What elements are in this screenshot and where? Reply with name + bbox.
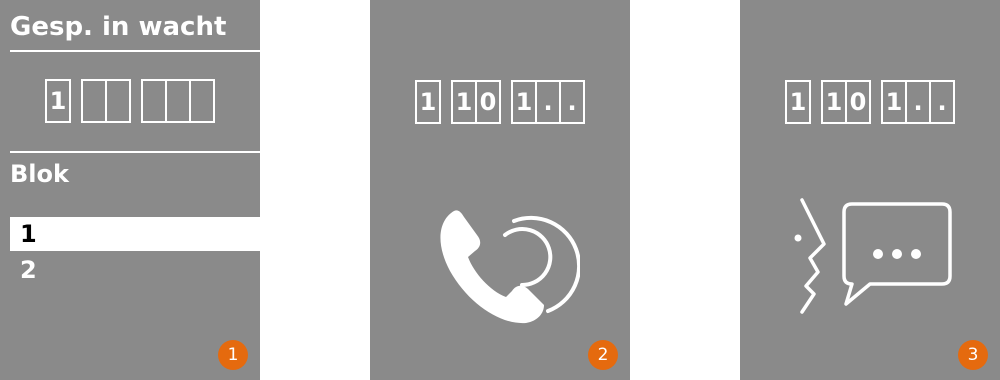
digit-cell — [105, 79, 131, 123]
divider — [10, 151, 260, 153]
digit-cell — [165, 79, 191, 123]
digit-group-1: 1 — [415, 80, 441, 124]
step-badge: 2 — [588, 340, 618, 370]
digit-group-3: 1 . . — [881, 80, 955, 124]
digit-cell: 0 — [475, 80, 501, 124]
digit-cell — [81, 79, 107, 123]
screen-conversation: 1 1 0 1 . . 3 — [740, 0, 1000, 380]
screen-calling: 1 1 0 1 . . 2 — [370, 0, 630, 380]
step-badge: 3 — [958, 340, 988, 370]
digit-cell: 1 — [45, 79, 71, 123]
digit-cell: . — [559, 80, 585, 124]
screen-hold-call: Gesp. in wacht 1 Blok 1 2 1 — [0, 0, 260, 380]
digit-group-3: 1 . . — [511, 80, 585, 124]
digit-cell: . — [929, 80, 955, 124]
digit-group-3 — [141, 79, 215, 123]
digit-cell: 1 — [785, 80, 811, 124]
phone-ringing-icon — [440, 210, 580, 324]
digit-group-1: 1 — [785, 80, 811, 124]
digit-group-2 — [81, 79, 131, 123]
digit-group-2: 1 0 — [821, 80, 871, 124]
speaking-conversation-icon — [794, 198, 952, 314]
digit-cell: 1 — [415, 80, 441, 124]
digit-cell: 1 — [821, 80, 847, 124]
divider — [10, 50, 260, 52]
block-item-2[interactable]: 2 — [10, 253, 260, 287]
digit-cell: 0 — [845, 80, 871, 124]
block-item-1[interactable]: 1 — [10, 217, 260, 251]
step-badge: 1 — [218, 340, 248, 370]
digit-cell: 1 — [511, 80, 537, 124]
digit-cell — [141, 79, 167, 123]
digit-group-2: 1 0 — [451, 80, 501, 124]
digit-cell: 1 — [451, 80, 477, 124]
digit-group-1: 1 — [45, 79, 71, 123]
block-label: Blok — [10, 160, 69, 188]
digit-cell: 1 — [881, 80, 907, 124]
digit-cell: . — [905, 80, 931, 124]
digit-display: 1 1 0 1 . . — [740, 80, 1000, 124]
digit-display: 1 1 0 1 . . — [370, 80, 630, 124]
digit-cell: . — [535, 80, 561, 124]
digit-display: 1 — [0, 79, 260, 123]
screen-title: Gesp. in wacht — [10, 12, 227, 42]
digit-cell — [189, 79, 215, 123]
